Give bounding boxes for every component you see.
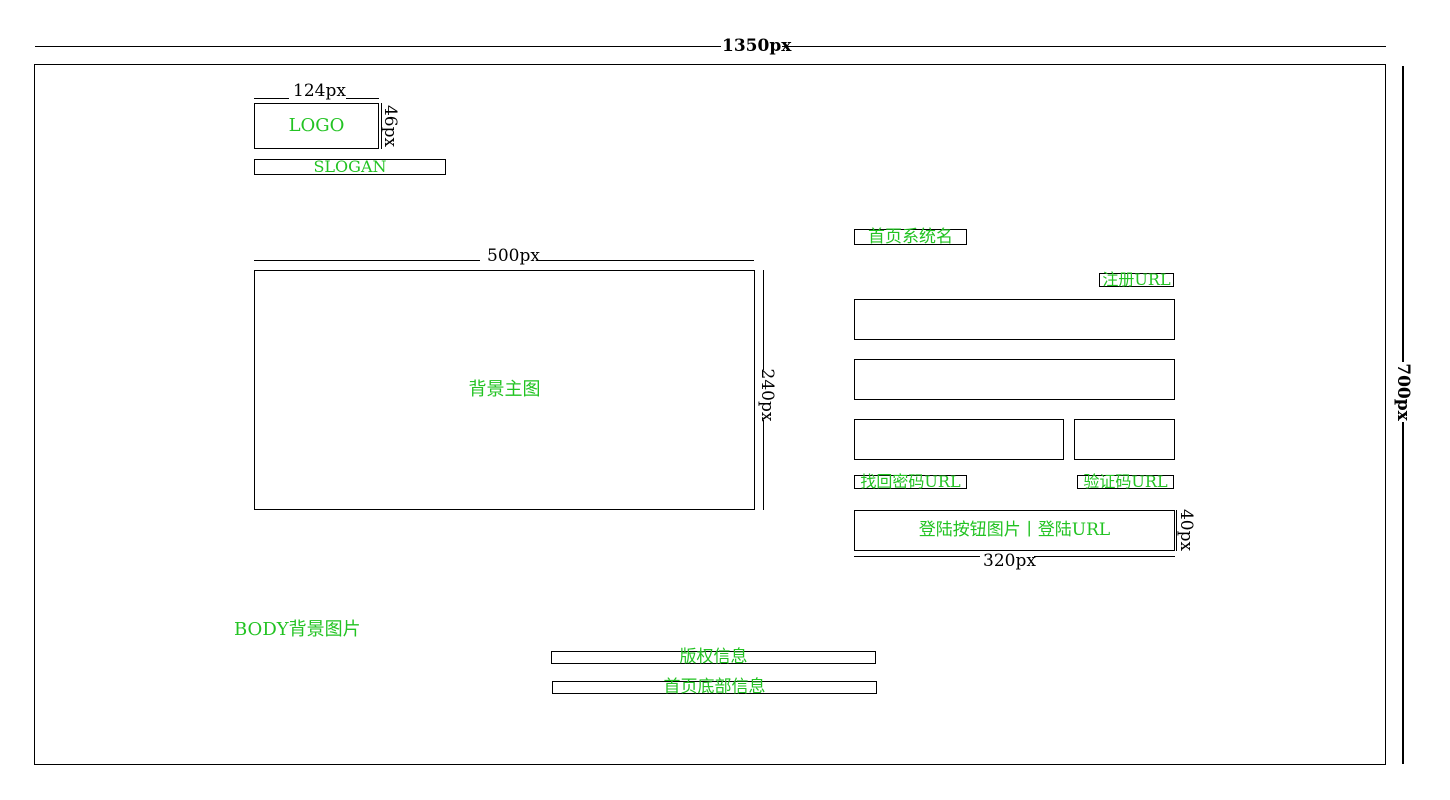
- main-image-width-line-right: [537, 260, 754, 261]
- login-button-height-label: 40px: [1176, 508, 1197, 552]
- outer-height-line-top: [1402, 66, 1404, 362]
- outer-height-label: 700px: [1393, 363, 1414, 421]
- captcha-refresh-link[interactable]: 验证码URL: [1077, 472, 1174, 491]
- main-image-width-label: 500px: [487, 246, 540, 266]
- logo-height-label: 46px: [380, 104, 401, 148]
- captcha-refresh-link-label: 验证码URL: [1083, 472, 1168, 491]
- register-link-label: 注册URL: [1102, 270, 1171, 289]
- outer-width-line-right: [782, 46, 1386, 47]
- forgot-password-link[interactable]: 找回密码URL: [854, 472, 967, 491]
- register-link[interactable]: 注册URL: [1099, 270, 1174, 289]
- system-name-label: 首页系统名: [868, 226, 953, 247]
- main-image-height-label: 240px: [757, 368, 778, 422]
- captcha-input[interactable]: [854, 419, 1064, 460]
- login-button-label: 登陆按钮图片丨登陆URL: [918, 520, 1111, 540]
- slogan-label: SLOGAN: [313, 157, 387, 176]
- system-name-box: 首页系统名: [854, 226, 967, 247]
- outer-width-line-left: [35, 46, 721, 47]
- body-background-label: BODY背景图片: [234, 619, 361, 640]
- copyright-label: 版权信息: [679, 647, 748, 667]
- logo-box: LOGO: [254, 103, 379, 149]
- login-panel-width-line-right: [1034, 556, 1175, 557]
- main-image-box: 背景主图: [254, 270, 755, 510]
- login-button[interactable]: 登陆按钮图片丨登陆URL: [854, 510, 1175, 551]
- username-field[interactable]: [854, 299, 1175, 340]
- outer-width-label: 1350px: [722, 36, 792, 56]
- logo-label: LOGO: [288, 115, 345, 136]
- footer-info-box: 首页底部信息: [552, 677, 877, 697]
- forgot-password-link-label: 找回密码URL: [860, 472, 961, 491]
- password-field[interactable]: [854, 359, 1175, 400]
- logo-width-label: 124px: [293, 81, 346, 101]
- footer-info-label: 首页底部信息: [663, 677, 766, 697]
- logo-width-line-right: [346, 98, 379, 99]
- logo-width-line-left: [254, 98, 289, 99]
- main-image-width-line-left: [254, 260, 480, 261]
- slogan-box: SLOGAN: [254, 159, 446, 175]
- copyright-box: 版权信息: [551, 647, 876, 667]
- outer-height-line-bottom: [1402, 422, 1404, 764]
- main-image-height-line-top: [763, 270, 764, 370]
- main-image-label: 背景主图: [468, 379, 541, 400]
- captcha-image[interactable]: [1074, 419, 1175, 460]
- main-image-height-line-bottom: [763, 420, 764, 510]
- logo-height-line: [381, 103, 382, 149]
- login-panel-width-line-left: [854, 556, 980, 557]
- login-panel-width-label: 320px: [983, 551, 1036, 571]
